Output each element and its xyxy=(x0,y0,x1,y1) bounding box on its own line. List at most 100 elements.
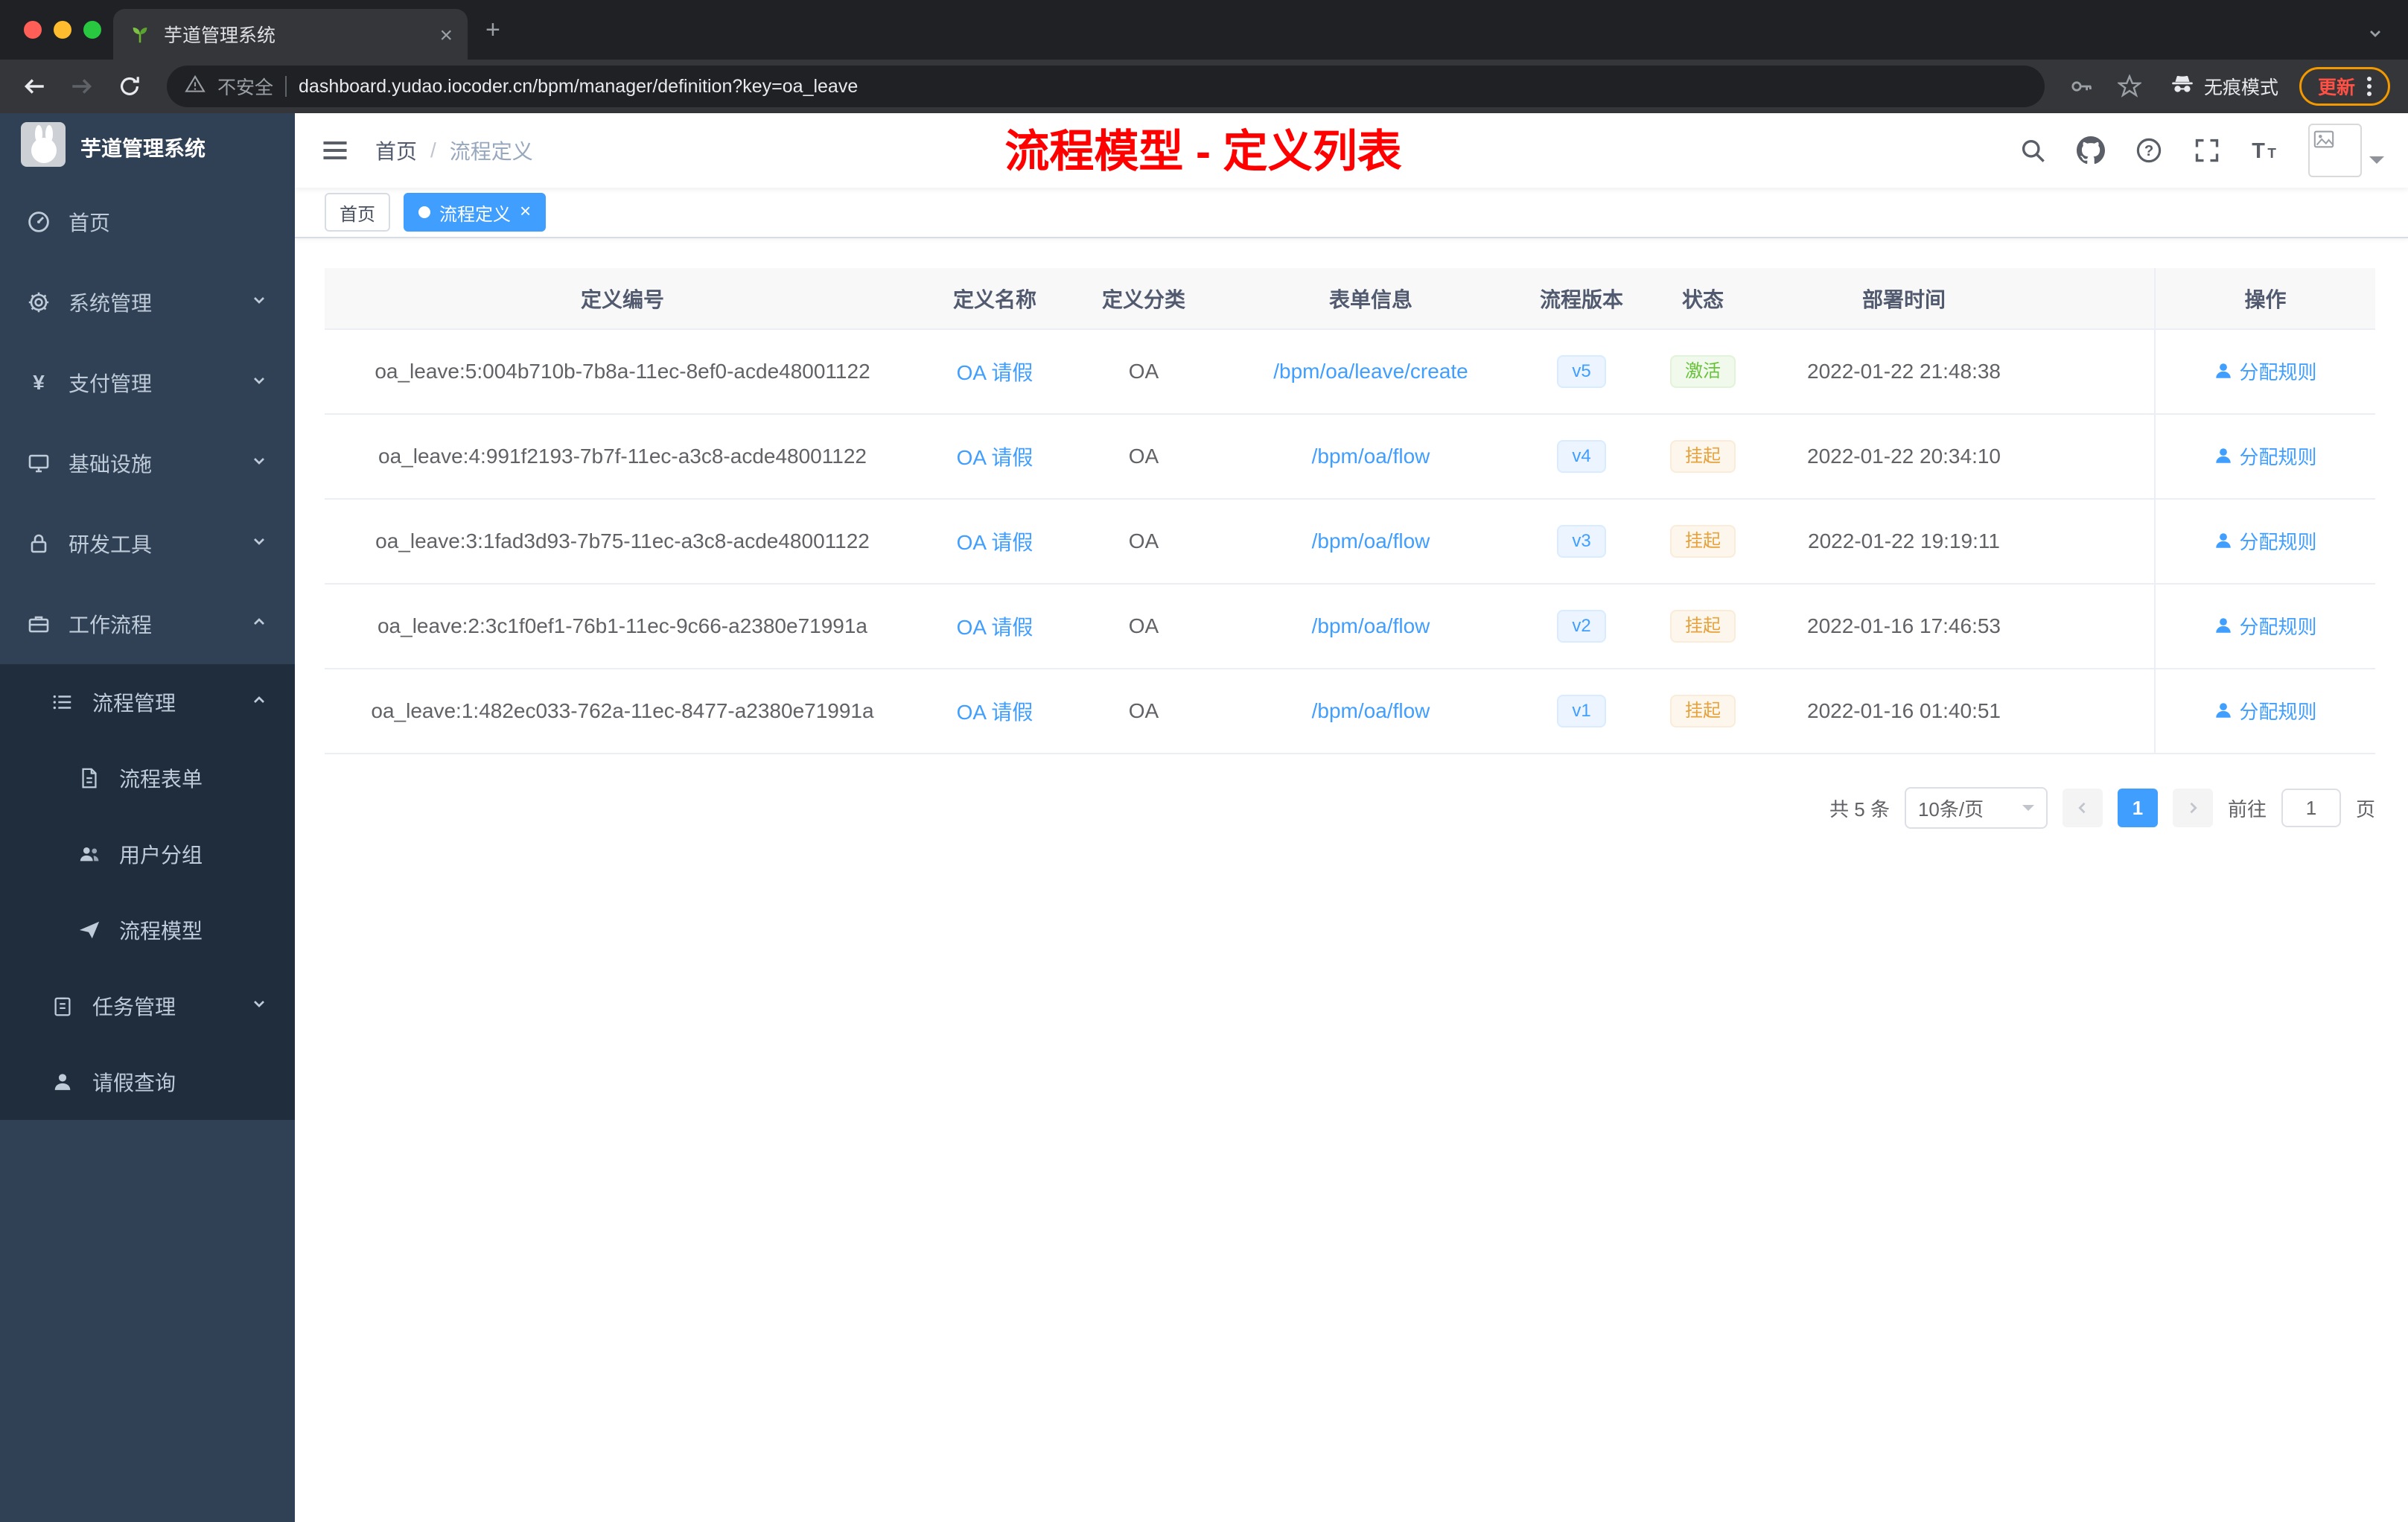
status-badge: 挂起 xyxy=(1670,610,1736,643)
address-bar[interactable]: 不安全 dashboard.yudao.iocoder.cn/bpm/manag… xyxy=(167,66,2045,107)
table-header-row: 定义编号 定义名称 定义分类 表单信息 流程版本 状态 部署时间 操作 xyxy=(325,268,2375,330)
assign-rule-button[interactable]: 分配规则 xyxy=(2214,612,2317,640)
window-zoom-button[interactable] xyxy=(83,21,101,39)
sidebar-item-user-group[interactable]: 用户分组 xyxy=(0,816,295,892)
dashboard-icon xyxy=(27,210,51,234)
security-warning-icon xyxy=(185,73,206,101)
sidebar-item-process-form[interactable]: 流程表单 xyxy=(0,740,295,816)
sidebar-item-label: 流程表单 xyxy=(119,768,203,791)
search-icon[interactable] xyxy=(2018,136,2048,165)
address-divider xyxy=(285,76,287,97)
goto-page-input[interactable] xyxy=(2281,789,2341,827)
assign-rule-button[interactable]: 分配规则 xyxy=(2214,442,2317,470)
logo-title: 芋道管理系统 xyxy=(80,137,206,160)
definition-id: oa_leave:4:991f2193-7b7f-11ec-a3c8-acde4… xyxy=(325,414,920,500)
column-header: 操作 xyxy=(2154,268,2375,330)
chevron-down-icon xyxy=(250,994,268,1018)
definition-id: oa_leave:5:004b710b-7b8a-11ec-8ef0-acde4… xyxy=(325,329,920,415)
reload-button[interactable] xyxy=(110,67,149,106)
column-header: 部署时间 xyxy=(1766,268,2042,330)
definition-name-link[interactable]: OA 请假 xyxy=(957,361,1033,384)
user-icon xyxy=(2216,618,2232,633)
sidebar-item-system-management[interactable]: 系统管理 xyxy=(0,262,295,343)
forward-button[interactable] xyxy=(63,67,101,106)
table-row: oa_leave:3:1fad3d93-7b75-11ec-a3c8-acde4… xyxy=(325,499,2375,585)
hamburger-icon[interactable] xyxy=(319,134,351,167)
sidebar-item-process-model[interactable]: 流程模型 xyxy=(0,892,295,968)
sidebar-item-task-management[interactable]: 任务管理 xyxy=(0,968,295,1044)
form-link[interactable]: /bpm/oa/flow xyxy=(1312,445,1430,468)
chevron-up-icon xyxy=(250,690,268,714)
assign-rule-button[interactable]: 分配规则 xyxy=(2214,697,2317,725)
password-key-icon[interactable] xyxy=(2063,67,2101,106)
column-header: 状态 xyxy=(1640,268,1766,330)
sidebar-logo[interactable]: 芋道管理系统 xyxy=(0,113,295,182)
sidebar-item-label: 任务管理 xyxy=(92,996,176,1019)
definition-id: oa_leave:2:3c1f0ef1-76b1-11ec-9c66-a2380… xyxy=(325,584,920,669)
help-icon[interactable]: ? xyxy=(2134,136,2164,165)
sidebar-item-process-management[interactable]: 流程管理 xyxy=(0,664,295,740)
sidebar-item-infrastructure[interactable]: 基础设施 xyxy=(0,423,295,503)
fullscreen-icon[interactable] xyxy=(2192,136,2222,165)
current-page-button[interactable]: 1 xyxy=(2117,789,2158,827)
breadcrumb-current: 流程定义 xyxy=(449,140,533,163)
version-badge: v2 xyxy=(1557,610,1606,643)
sidebar-item-workflow[interactable]: 工作流程 xyxy=(0,584,295,664)
bookmark-star-icon[interactable] xyxy=(2110,67,2149,106)
tag-home[interactable]: 首页 xyxy=(325,193,390,232)
sidebar-item-label: 基础设施 xyxy=(69,453,153,476)
version-badge: v5 xyxy=(1557,355,1606,388)
definition-name-link[interactable]: OA 请假 xyxy=(957,446,1033,469)
sidebar-item-leave-query[interactable]: 请假查询 xyxy=(0,1044,295,1120)
version-badge: v1 xyxy=(1557,695,1606,727)
form-link[interactable]: /bpm/oa/flow xyxy=(1312,699,1430,722)
sidebar-item-label: 首页 xyxy=(69,211,111,235)
navbar-right: ? TT xyxy=(2018,124,2384,177)
window-minimize-button[interactable] xyxy=(54,21,71,39)
form-link[interactable]: /bpm/oa/flow xyxy=(1312,614,1430,637)
assign-rule-button[interactable]: 分配规则 xyxy=(2214,357,2317,385)
deploy-time: 2022-01-22 21:48:38 xyxy=(1766,329,2042,415)
sidebar-item-label: 系统管理 xyxy=(69,292,153,315)
row-spacer xyxy=(2042,329,2155,415)
tag-close-icon[interactable] xyxy=(520,202,531,223)
font-size-icon[interactable]: TT xyxy=(2250,136,2280,165)
page-size-select[interactable]: 10条/页 xyxy=(1904,787,2048,829)
table-row: oa_leave:1:482ec033-762a-11ec-8477-a2380… xyxy=(325,669,2375,754)
sidebar-item-payment-management[interactable]: ¥ 支付管理 xyxy=(0,343,295,423)
github-icon[interactable] xyxy=(2076,136,2106,165)
form-link[interactable]: /bpm/oa/leave/create xyxy=(1273,360,1468,383)
user-icon xyxy=(2216,363,2232,378)
tag-process-definition[interactable]: 流程定义 xyxy=(404,193,547,232)
definition-name-link[interactable]: OA 请假 xyxy=(957,531,1033,554)
assign-rule-button[interactable]: 分配规则 xyxy=(2214,527,2317,555)
incognito-badge: 无痕模式 xyxy=(2170,71,2278,102)
form-link[interactable]: /bpm/oa/flow xyxy=(1312,529,1430,553)
next-page-button[interactable] xyxy=(2172,789,2213,827)
user-avatar[interactable] xyxy=(2308,124,2384,177)
chevron-down-icon xyxy=(250,451,268,475)
sidebar-item-label: 请假查询 xyxy=(92,1072,176,1095)
back-button[interactable] xyxy=(15,67,54,106)
breadcrumb-home[interactable]: 首页 xyxy=(375,136,417,165)
definition-name-link[interactable]: OA 请假 xyxy=(957,616,1033,639)
browser-menu-button[interactable]: 更新 xyxy=(2299,67,2390,106)
window-controls xyxy=(24,21,101,39)
logo-avatar xyxy=(21,122,66,173)
column-header: 定义名称 xyxy=(920,268,1069,330)
pagination: 共 5 条 10条/页 1 前往 页 xyxy=(325,787,2375,829)
column-header-spacer xyxy=(2042,268,2155,330)
prev-page-button[interactable] xyxy=(2062,789,2103,827)
sidebar-item-home[interactable]: 首页 xyxy=(0,182,295,262)
payment-icon: ¥ xyxy=(33,371,45,394)
browser-tab[interactable]: 芋道管理系统 xyxy=(113,9,468,60)
definition-name-link[interactable]: OA 请假 xyxy=(957,701,1033,724)
screen: 芋道管理系统 不安全 das xyxy=(0,0,2408,1522)
window-close-button[interactable] xyxy=(24,21,42,39)
security-label: 不安全 xyxy=(217,77,274,98)
new-tab-button[interactable] xyxy=(485,16,512,43)
tab-close-icon[interactable] xyxy=(439,21,453,48)
sidebar-item-dev-tools[interactable]: 研发工具 xyxy=(0,503,295,584)
tab-search-caret-icon[interactable] xyxy=(2366,21,2384,48)
deploy-time: 2022-01-22 19:19:11 xyxy=(1766,499,2042,585)
